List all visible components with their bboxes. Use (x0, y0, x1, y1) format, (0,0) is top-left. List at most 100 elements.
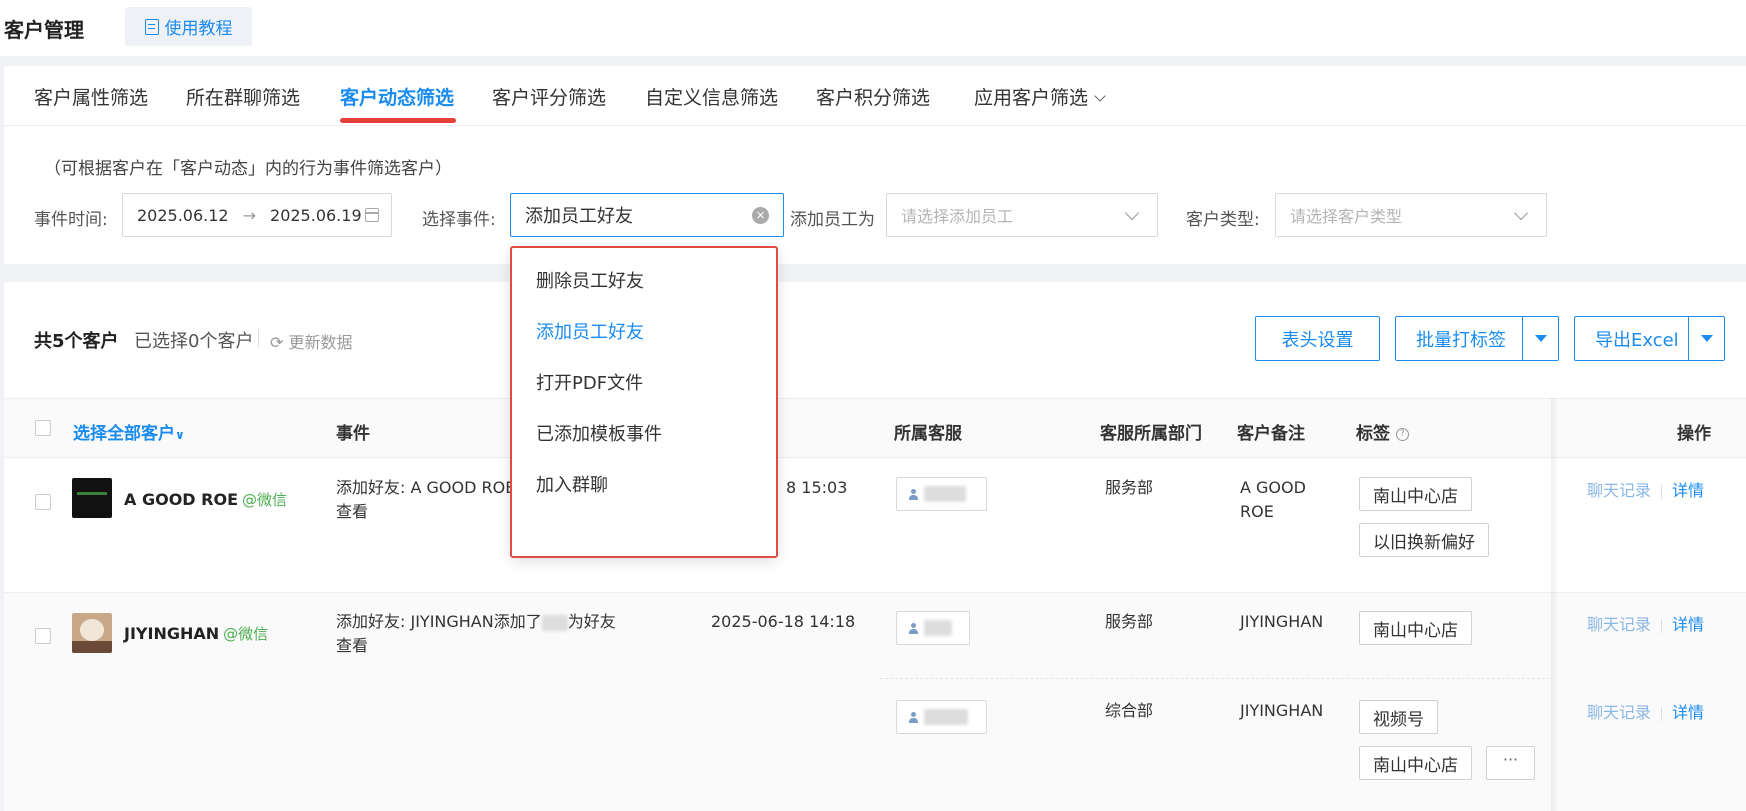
event-dropdown-menu: 删除员工好友 添加员工好友 打开PDF文件 已添加模板事件 加入群聊 (510, 246, 778, 558)
row-checkbox[interactable] (35, 494, 51, 510)
date-end: 2025.06.19 (270, 205, 362, 225)
chevron-down-icon: ∨ (175, 428, 185, 442)
tab-customer-attributes[interactable]: 客户属性筛选 (34, 83, 148, 110)
customer-type-label: 客户类型: (1186, 210, 1260, 230)
detail-link[interactable]: 详情 (1672, 615, 1704, 634)
table-row: JIYINGHAN @微信 添加好友: JIYINGHAN添加了 为好友 查看 20… (4, 593, 1746, 811)
tab-app-customers-label: 应用客户筛选 (974, 87, 1089, 109)
header-settings-button[interactable]: 表头设置 (1255, 316, 1380, 361)
tab-group-chat[interactable]: 所在群聊筛选 (186, 83, 300, 110)
col-remark: 客户备注 (1237, 424, 1305, 444)
option-delete-employee-friend[interactable]: 删除员工好友 (536, 267, 644, 293)
filter-hint: （可根据客户在「客户动态」内的行为事件筛选客户） (44, 159, 452, 179)
select-all-customers[interactable]: 选择全部客户∨ (73, 419, 185, 444)
service-chip[interactable] (896, 611, 970, 645)
chat-history-link[interactable]: 聊天记录 (1587, 703, 1651, 722)
customer-name[interactable]: JIYINGHAN @微信 (124, 623, 268, 644)
chevron-down-icon (1094, 90, 1106, 102)
export-label: 导出Excel (1595, 329, 1679, 351)
detail-link[interactable]: 详情 (1672, 481, 1704, 500)
service-chip[interactable] (896, 700, 987, 734)
caret-down-icon (1534, 335, 1547, 342)
active-tab-indicator (340, 118, 456, 123)
option-open-pdf[interactable]: 打开PDF文件 (536, 369, 643, 395)
remark: JIYINGHAN (1240, 612, 1324, 631)
redacted-name (924, 709, 968, 725)
avatar-art (80, 619, 104, 641)
event-text: 添加好友: JIYINGHAN添加了 (336, 612, 542, 631)
tab-customer-activity[interactable]: 客户动态筛选 (340, 83, 454, 110)
chat-history-link[interactable]: 聊天记录 (1587, 615, 1651, 634)
refresh-label: 更新数据 (288, 333, 353, 352)
event-suffix: 为好友 (567, 612, 616, 631)
redacted-name (924, 486, 966, 502)
filter-panel: 客户属性筛选 所在群聊筛选 客户动态筛选 客户评分筛选 自定义信息筛选 客户积分… (4, 66, 1746, 264)
customer-type-placeholder: 请选择客户类型 (1290, 207, 1403, 226)
employee-select[interactable]: 请选择添加员工 (886, 193, 1158, 237)
chat-history-link[interactable]: 聊天记录 (1587, 481, 1651, 500)
view-link[interactable]: 查看 (336, 500, 368, 524)
refresh-icon: ⟳ (270, 333, 284, 352)
clear-icon[interactable]: × (752, 207, 769, 224)
col-tags-label: 标签 (1356, 424, 1390, 444)
select-all-checkbox[interactable] (35, 420, 51, 436)
divider (1661, 618, 1663, 633)
service-chip[interactable] (896, 477, 987, 511)
page-title: 客户管理 (4, 18, 84, 42)
customer-type-select[interactable]: 请选择客户类型 (1275, 193, 1547, 237)
detail-link[interactable]: 详情 (1672, 703, 1704, 722)
event-time-label: 事件时间: (34, 210, 108, 230)
batch-tag-label: 批量打标签 (1416, 329, 1506, 351)
batch-tag-button[interactable]: 批量打标签 (1395, 316, 1559, 361)
employee-label: 添加员工为 (790, 210, 875, 230)
event-line: 添加好友: A GOOD ROE添 (336, 478, 532, 497)
department: 服务部 (1105, 478, 1154, 497)
remark-line: ROE (1240, 502, 1274, 521)
customer-name-text: A GOOD ROE (124, 490, 238, 509)
row-checkbox[interactable] (35, 628, 51, 644)
tab-customer-score[interactable]: 客户评分筛选 (492, 83, 606, 110)
avatar (72, 478, 112, 518)
tag: 以旧换新偏好 (1359, 523, 1489, 557)
option-add-employee-friend[interactable]: 添加员工好友 (536, 318, 644, 344)
row-actions: 聊天记录 详情 (1587, 477, 1704, 501)
event-time: 2025-06-18 14:18 (711, 612, 856, 631)
refresh-button[interactable]: ⟳ 更新数据 (270, 329, 353, 353)
view-link[interactable]: 查看 (336, 634, 368, 658)
department: 服务部 (1105, 612, 1154, 631)
export-excel-button[interactable]: 导出Excel (1574, 316, 1725, 361)
divider (258, 329, 259, 347)
date-separator: → (242, 205, 257, 225)
event-select[interactable]: 添加员工好友 × (510, 193, 784, 237)
option-template-event[interactable]: 已添加模板事件 (536, 420, 662, 446)
tab-custom-info[interactable]: 自定义信息筛选 (645, 83, 778, 110)
more-tags-button[interactable]: ··· (1486, 746, 1535, 780)
export-dropdown[interactable] (1688, 317, 1724, 360)
tutorial-button[interactable]: 使用教程 (125, 7, 252, 46)
customer-list-panel: 共5个客户 已选择0个客户 ⟳ 更新数据 表头设置 批量打标签 导出Excel … (4, 282, 1746, 811)
date-range-picker[interactable]: 2025.06.12 → 2025.06.19 (122, 193, 392, 237)
table-header: 选择全部客户∨ 事件 所属客服 客服所属部门 客户备注 标签 ? 操作 (4, 398, 1746, 458)
row-actions: 聊天记录 详情 (1587, 611, 1704, 635)
customer-name-text: JIYINGHAN (124, 624, 220, 643)
date-start: 2025.06.12 (137, 205, 229, 225)
person-icon (909, 488, 918, 500)
option-join-group[interactable]: 加入群聊 (536, 471, 608, 497)
select-all-label: 选择全部客户 (73, 424, 175, 444)
filter-tabs: 客户属性筛选 所在群聊筛选 客户动态筛选 客户评分筛选 自定义信息筛选 客户积分… (4, 66, 1746, 126)
tab-customer-points[interactable]: 客户积分筛选 (816, 83, 930, 110)
event-select-value: 添加员工好友 (525, 206, 633, 227)
calendar-icon (365, 208, 379, 222)
tab-app-customers[interactable]: 应用客户筛选 (974, 83, 1106, 110)
batch-tag-dropdown[interactable] (1522, 317, 1558, 360)
selected-count: 已选择0个客户 (134, 331, 254, 352)
col-event: 事件 (336, 424, 370, 444)
tag: 南山中心店 (1359, 477, 1472, 511)
col-ops: 操作 (1677, 424, 1711, 444)
remark: JIYINGHAN (1240, 701, 1324, 720)
customer-name[interactable]: A GOOD ROE @微信 (124, 489, 287, 510)
event-line: 添加好友: JIYINGHAN添加了 为好友 (336, 610, 616, 634)
help-icon[interactable]: ? (1395, 427, 1409, 441)
tag: 南山中心店 (1359, 611, 1472, 645)
chevron-down-icon (1513, 205, 1529, 221)
